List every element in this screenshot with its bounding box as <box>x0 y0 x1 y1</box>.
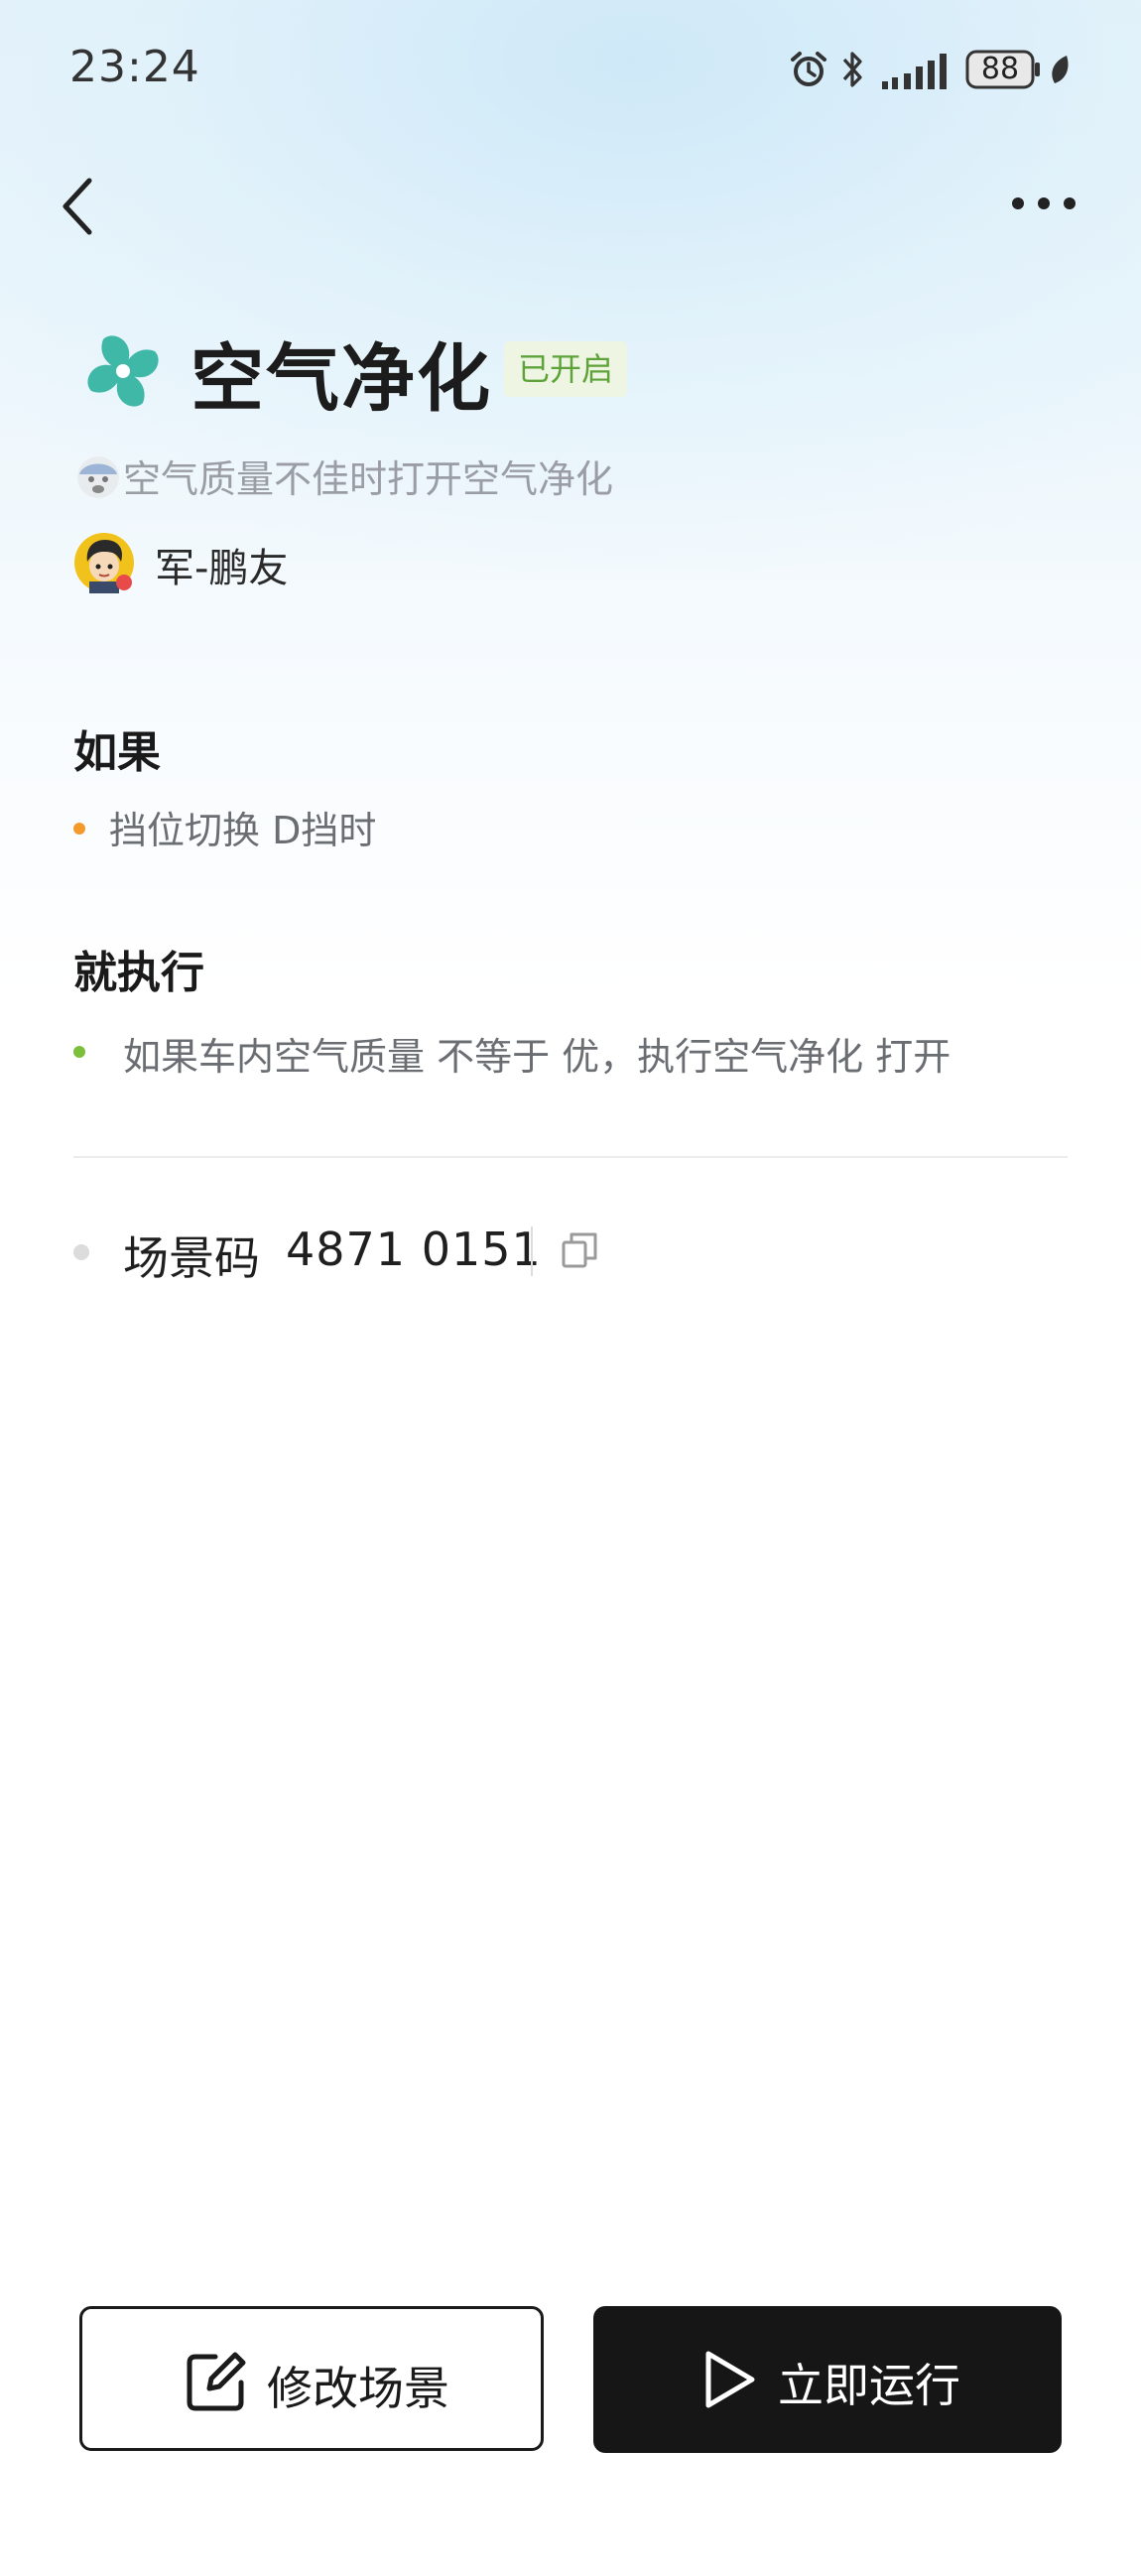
run-now-label: 立即运行 <box>778 2359 960 2412</box>
action-text: 如果车内空气质量 不等于 优，执行空气净化 打开 <box>123 1035 951 1079</box>
run-now-button[interactable]: 立即运行 <box>593 2306 1062 2453</box>
scene-description: 空气质量不佳时打开空气净化 <box>123 457 614 501</box>
status-icons: 88 <box>789 46 1077 97</box>
back-button[interactable] <box>50 167 109 246</box>
condition-heading: 如果 <box>73 727 161 778</box>
scene-code-value: 4871 0151 <box>286 1223 542 1276</box>
bluetooth-icon <box>842 52 862 87</box>
condition-dot <box>73 823 85 835</box>
play-icon <box>705 2351 755 2408</box>
alarm-icon <box>791 52 826 86</box>
edit-scene-button[interactable]: 修改场景 <box>79 2306 544 2451</box>
signal-icon <box>882 54 947 89</box>
condition-text: 挡位切换 D挡时 <box>109 809 377 852</box>
status-badge: 已开启 <box>504 341 628 397</box>
scene-code-dot <box>73 1244 89 1260</box>
scene-detail-page: 23:24 88 空气净化 已开启 空气质量不佳时打开空气净化 军-鹏友 如果 … <box>0 0 1141 2576</box>
battery-level: 88 <box>980 52 1020 86</box>
avatar[interactable] <box>73 532 135 593</box>
status-time: 23:24 <box>69 42 200 92</box>
scene-code-label: 场景码 <box>123 1231 260 1285</box>
chevron-left-icon <box>63 178 92 235</box>
edit-icon <box>187 2352 246 2411</box>
copy-icon <box>562 1232 597 1268</box>
more-horizontal-icon <box>1012 197 1076 209</box>
edit-scene-label: 修改场景 <box>267 2362 449 2415</box>
scene-code-separator <box>531 1226 533 1276</box>
action-dot <box>73 1046 85 1058</box>
divider <box>73 1156 1068 1158</box>
copy-code-button[interactable] <box>558 1228 601 1272</box>
action-heading: 就执行 <box>73 948 204 998</box>
anxious-face-icon <box>77 456 119 498</box>
more-button[interactable] <box>1002 179 1081 228</box>
author-name[interactable]: 军-鹏友 <box>155 536 288 593</box>
page-title: 空气净化 <box>190 336 492 422</box>
fan-icon <box>87 335 159 407</box>
leaf-icon <box>1052 56 1069 83</box>
